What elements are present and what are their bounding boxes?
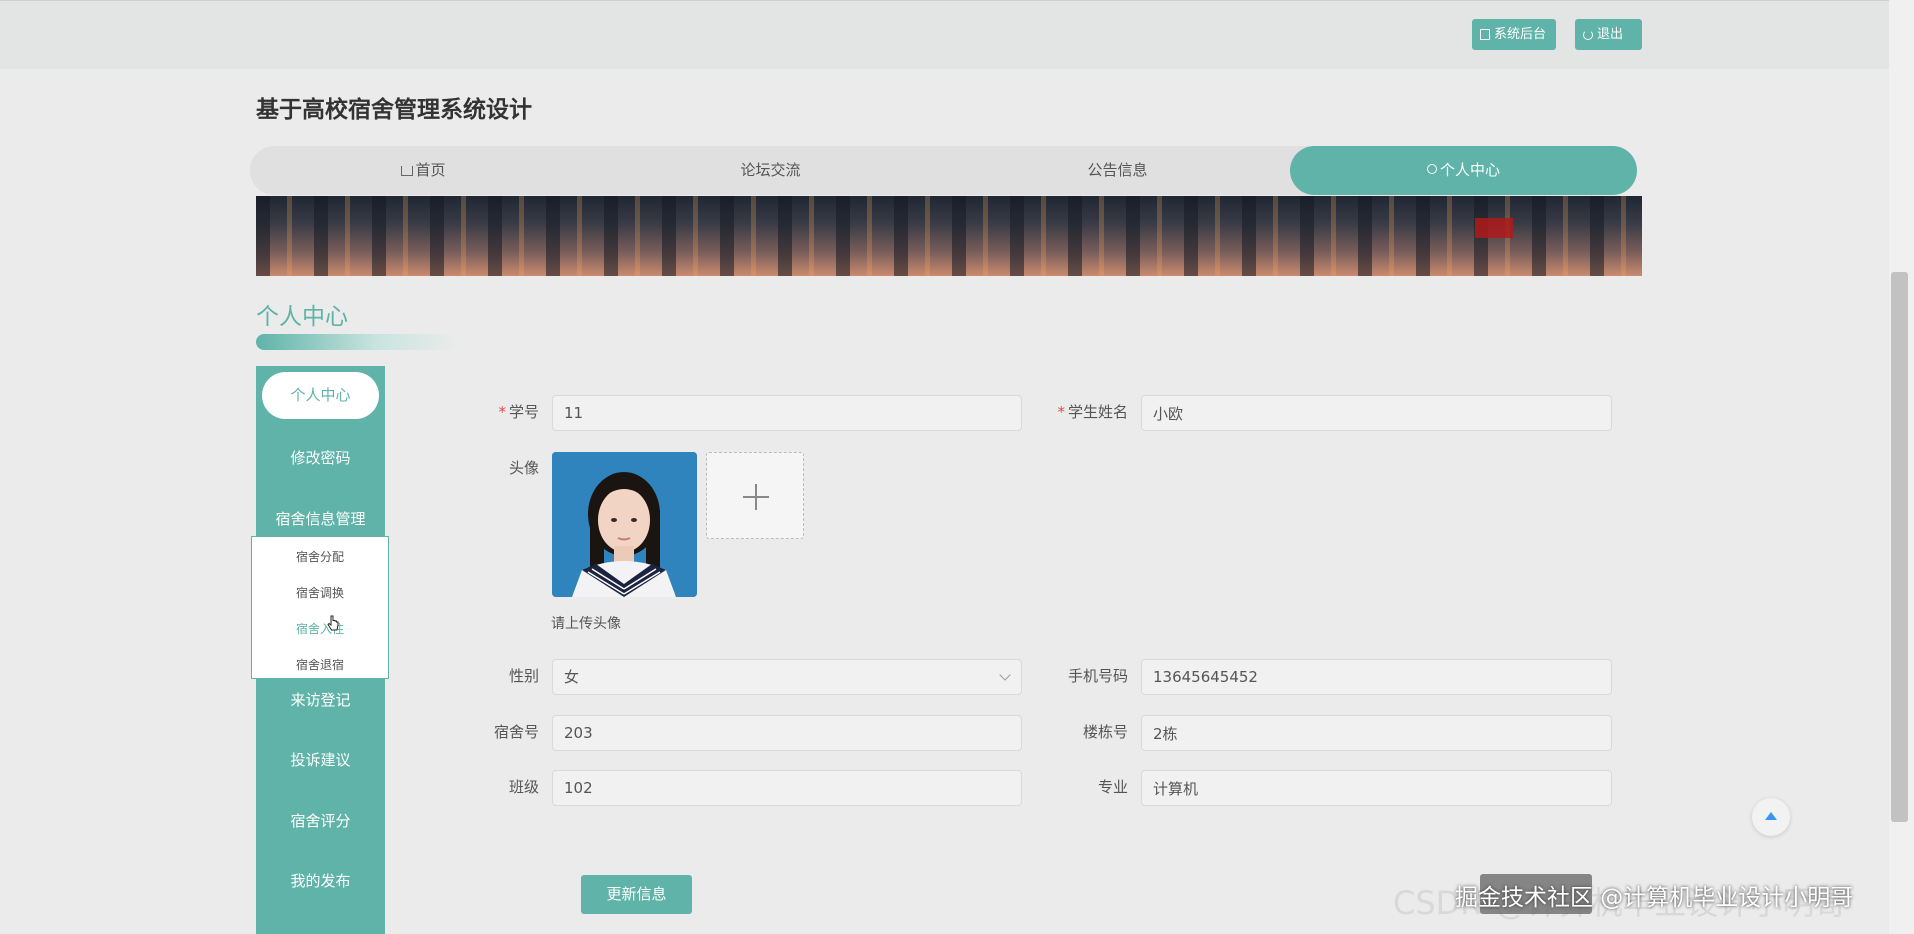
required-mark: * [1057,403,1065,421]
plus-icon-stroke [755,484,757,510]
building-number-input[interactable] [1141,715,1612,751]
major-label: 专业 [1097,778,1128,796]
student-name-label: * 学生姓名 [1057,403,1128,421]
hand-cursor-icon [327,615,339,631]
avatar-upload-button[interactable] [706,452,804,539]
admin-backend-button[interactable]: 系统后台 [1472,19,1556,50]
home-icon [401,166,414,176]
nav-item-label: 公告信息 [1087,161,1148,179]
sidebar-item-change-password[interactable]: 修改密码 [256,447,385,468]
gender-select[interactable]: 女 [552,659,1022,695]
major-input[interactable] [1141,770,1612,806]
sidebar-item-personal-center[interactable]: 个人中心 [262,372,379,419]
class-input[interactable] [552,770,1022,806]
nav-item-personal-center[interactable]: 个人中心 [1290,146,1637,195]
student-id-input[interactable] [552,395,1022,431]
nav-item-label: 首页 [415,161,446,179]
banner-detail [1475,218,1513,238]
update-info-button[interactable]: 更新信息 [581,875,692,914]
class-label: 班级 [508,778,539,796]
site-title: 基于高校宿舍管理系统设计 [256,97,532,123]
sidebar-item-dorm-info[interactable]: 宿舍信息管理 [256,508,385,529]
section-underline [256,334,456,350]
submenu-item-allocation[interactable]: 宿舍分配 [252,548,388,565]
admin-backend-label: 系统后台 [1494,27,1547,42]
power-icon [1583,29,1593,40]
building-number-label: 楼栋号 [1082,723,1128,741]
phone-input[interactable] [1141,659,1612,695]
section-title: 个人中心 [256,304,348,330]
sidebar-item-my-posts[interactable]: 我的发布 [256,870,385,891]
student-id-label: * 学号 [498,403,539,421]
gender-label: 性别 [508,667,539,685]
dorm-number-input[interactable] [552,715,1022,751]
logout-button[interactable]: 退出 [1575,19,1642,50]
sidebar-item-dorm-rating[interactable]: 宿舍评分 [256,810,385,831]
submenu-item-check-out[interactable]: 宿舍退宿 [252,656,388,673]
submenu-item-check-in[interactable]: 宿舍入住 [252,620,388,637]
chevron-down-icon [999,669,1011,681]
avatar-label: 头像 [508,459,539,477]
sidebar-item-visitor-log[interactable]: 来访登记 [256,689,385,710]
back-to-top-button[interactable] [1752,798,1790,836]
nav-item-label: 论坛交流 [740,161,801,179]
sidebar-item-complaints[interactable]: 投诉建议 [256,749,385,770]
submenu-item-swap[interactable]: 宿舍调换 [252,584,388,601]
scrollbar-thumb[interactable] [1891,272,1908,822]
dorm-info-submenu: 宿舍分配 宿舍调换 宿舍入住 宿舍退宿 [251,536,389,679]
student-name-input[interactable] [1141,395,1612,431]
logout-label: 退出 [1597,27,1624,42]
avatar-image[interactable] [552,452,697,597]
juejin-watermark: 掘金技术社区 @计算机毕业设计小明哥 [1455,885,1854,911]
avatar-upload-hint: 请上传头像 [551,616,621,632]
nav-item-home[interactable]: 首页 [250,146,597,195]
user-icon [1426,164,1437,174]
nav-item-label: 个人中心 [1439,161,1500,179]
phone-label: 手机号码 [1067,667,1128,685]
dorm-number-label: 宿舍号 [493,723,539,741]
nav-item-announcements[interactable]: 公告信息 [944,146,1291,195]
main-nav: 首页 论坛交流 公告信息 个人中心 [250,146,1637,195]
arrow-up-icon [1765,812,1777,820]
gender-value: 女 [564,668,580,686]
banner-image [256,196,1642,276]
document-icon [1480,29,1490,40]
required-mark: * [498,403,506,421]
nav-item-forum[interactable]: 论坛交流 [597,146,944,195]
